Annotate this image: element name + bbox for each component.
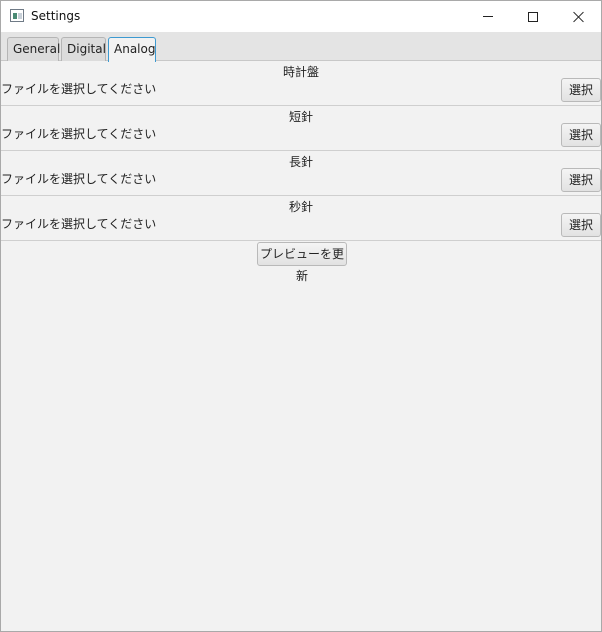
- settings-window: Settings General Digital Analog 時計盤 ファイル…: [0, 0, 602, 632]
- close-button[interactable]: [556, 1, 602, 32]
- close-icon: [573, 11, 585, 23]
- select-file-button[interactable]: 選択: [561, 123, 601, 147]
- tab-general[interactable]: General: [7, 37, 60, 61]
- tab-digital[interactable]: Digital: [61, 37, 106, 61]
- file-path-label: ファイルを選択してください: [1, 217, 157, 231]
- section-title: 時計盤: [282, 65, 319, 79]
- select-file-button[interactable]: 選択: [561, 78, 601, 102]
- file-path-label: ファイルを選択してください: [1, 82, 157, 96]
- title-bar[interactable]: Settings: [1, 1, 601, 32]
- tab-bar: General Digital Analog: [1, 32, 601, 62]
- file-path-label: ファイルを選択してください: [1, 172, 157, 186]
- section-second-hand: 秒針 ファイルを選択してください 選択: [1, 196, 601, 241]
- file-path-label: ファイルを選択してください: [1, 127, 157, 141]
- app-window-icon: [10, 9, 24, 22]
- minimize-icon: [483, 16, 493, 17]
- section-title: 長針: [288, 155, 313, 169]
- minimize-button[interactable]: [465, 1, 511, 32]
- window-title: Settings: [31, 9, 81, 23]
- update-preview-button[interactable]: プレビューを更新: [257, 242, 347, 283]
- select-file-button[interactable]: 選択: [561, 168, 601, 192]
- section-minute-hand: 長針 ファイルを選択してください 選択: [1, 151, 601, 196]
- analog-tab-content: 時計盤 ファイルを選択してください 選択 短針 ファイルを選択してください 選択…: [1, 61, 601, 283]
- section-hour-hand: 短針 ファイルを選択してください 選択: [1, 106, 601, 151]
- section-clock-face: 時計盤 ファイルを選択してください 選択: [1, 61, 601, 106]
- maximize-icon: [528, 11, 538, 22]
- section-title: 秒針: [288, 200, 313, 214]
- section-title: 短針: [288, 110, 313, 124]
- maximize-button[interactable]: [510, 1, 556, 32]
- tab-analog[interactable]: Analog: [108, 37, 156, 62]
- select-file-button[interactable]: 選択: [561, 213, 601, 237]
